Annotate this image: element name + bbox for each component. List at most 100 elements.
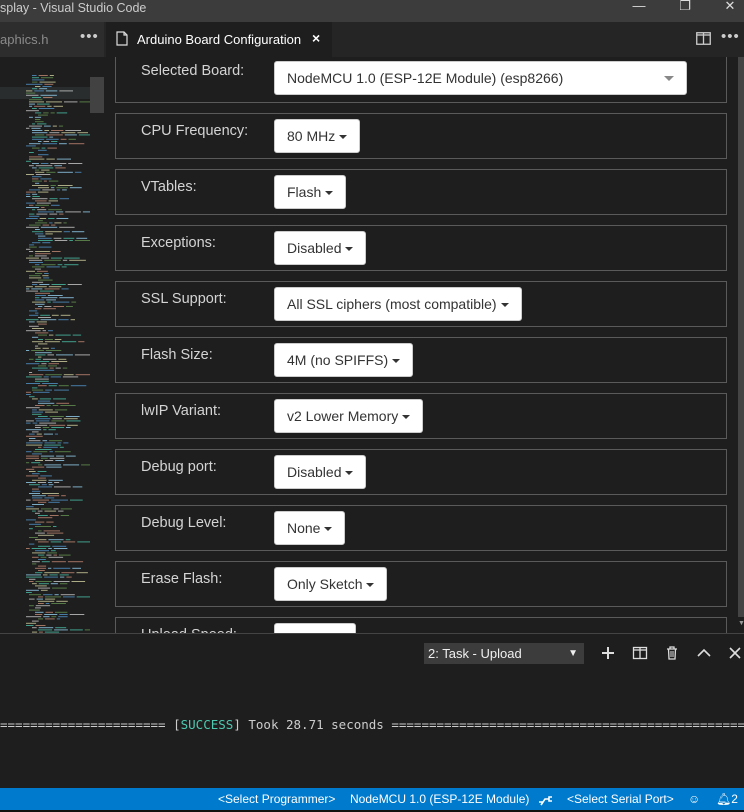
split-terminal-icon[interactable] <box>632 645 648 661</box>
minimap-code-line <box>35 204 49 206</box>
minimap-code-line <box>69 259 86 261</box>
config-row-dropdown[interactable]: NodeMCU 1.0 (ESP-12E Module) (esp8266) <box>274 61 687 95</box>
close-window-button[interactable]: ✕ <box>716 0 744 14</box>
minimap-code-line <box>29 537 38 538</box>
task-select[interactable]: 2: Task - Upload ▼ <box>424 643 584 664</box>
select-programmer[interactable]: <Select Programmer> <box>218 788 335 810</box>
minimap-code-line <box>76 237 88 239</box>
editor-scrollbar[interactable]: ▼ <box>738 57 744 633</box>
config-row: Debug port: Disabled <box>115 449 727 495</box>
caret-down-icon <box>366 583 375 587</box>
tab-graphics-h-label: aphics.h <box>0 32 49 47</box>
minimap-code-line <box>38 416 48 417</box>
minimap-code-line <box>26 625 34 626</box>
caret-down-icon <box>345 247 354 251</box>
minimap-code-line <box>34 116 42 118</box>
config-row-dropdown[interactable]: 4M (no SPIFFS) <box>274 343 414 377</box>
status-bar: <Select Programmer> NodeMCU 1.0 (ESP-12E… <box>0 788 744 810</box>
minimap-code-line <box>64 257 80 259</box>
minimap-code-line <box>32 422 38 424</box>
tab-graphics-h[interactable]: aphics.h ••• <box>0 22 104 57</box>
minimap-code-line <box>32 504 44 505</box>
config-row-dropdown[interactable] <box>274 623 356 633</box>
minimap-code-line <box>35 625 46 626</box>
config-row-dropdown[interactable]: v2 Lower Memory <box>274 399 424 433</box>
config-row-label: lwIP Variant: <box>141 403 222 419</box>
minimap-code-line <box>51 257 63 259</box>
minimap-code-line <box>35 420 50 422</box>
minimap-code-line <box>65 211 81 213</box>
minimap-code-line <box>43 574 48 576</box>
minimap-code-line <box>32 136 48 138</box>
minimap-code-line <box>26 202 35 204</box>
config-row-dropdown[interactable]: None <box>274 511 346 545</box>
minimap-code-line <box>56 189 61 191</box>
scrollbar-thumb[interactable] <box>738 57 744 617</box>
trash-icon[interactable] <box>664 645 680 661</box>
minimap-code-line <box>35 233 44 235</box>
minimap-code-line <box>50 112 55 114</box>
config-row-dropdown[interactable]: All SSL ciphers (most compatible) <box>274 287 522 321</box>
chevron-up-icon[interactable] <box>696 645 712 661</box>
minimap-code-line <box>38 534 55 536</box>
config-row-dropdown[interactable]: Disabled <box>274 231 367 265</box>
selected-board[interactable]: NodeMCU 1.0 (ESP-12E Module) <box>350 788 529 810</box>
minimap-code-line <box>37 103 50 105</box>
scroll-down-arrow-icon[interactable]: ▼ <box>738 620 744 627</box>
minimap-code-line <box>38 477 46 479</box>
minimap-code-line <box>63 596 75 598</box>
serial-plug-icon[interactable] <box>538 792 554 812</box>
restore-button[interactable]: ❐ <box>671 0 699 14</box>
minimap-code-line <box>54 629 68 631</box>
minimap[interactable] <box>0 57 106 633</box>
minimap-code-line <box>38 356 42 358</box>
feedback-smiley-icon[interactable]: ☺ <box>688 788 700 810</box>
tab-more-icon[interactable]: ••• <box>80 28 99 45</box>
minimap-code-line <box>52 545 67 547</box>
minimap-code-line <box>32 163 39 164</box>
minimap-slider[interactable] <box>90 77 104 113</box>
minimap-code-line <box>38 596 44 598</box>
minimap-code-line <box>35 380 49 382</box>
close-tab-icon[interactable]: × <box>312 30 320 46</box>
minimap-code-line <box>38 365 47 367</box>
minimap-code-line <box>48 365 57 367</box>
minimap-code-line <box>35 567 46 569</box>
title-bar: splay - Visual Studio Code — ❐ ✕ <box>0 0 744 22</box>
minimap-code-line <box>44 576 58 578</box>
minimap-code-line <box>60 594 75 596</box>
select-serial-port[interactable]: <Select Serial Port> <box>567 788 674 810</box>
minimap-code-line <box>71 301 77 303</box>
minimap-code-line <box>74 240 90 241</box>
minimap-code-line <box>26 420 34 422</box>
minimap-code-line <box>46 299 56 301</box>
minimap-code-line <box>32 77 39 79</box>
more-actions-icon[interactable]: ••• <box>721 28 740 45</box>
minimap-code-line <box>29 251 34 252</box>
config-row-dropdown[interactable]: 80 MHz <box>274 119 361 153</box>
tab-arduino-board-configuration[interactable]: Arduino Board Configuration × <box>106 22 332 57</box>
window-title: splay - Visual Studio Code <box>0 1 147 15</box>
minimap-code-line <box>43 141 50 142</box>
minimap-code-line <box>26 468 35 470</box>
notifications-bell-icon[interactable]: 🔔︎2 <box>716 788 738 810</box>
minimap-code-line <box>67 424 78 426</box>
minimap-code-line <box>76 596 90 598</box>
minimap-code-line <box>82 211 90 213</box>
config-row-dropdown[interactable]: Flash <box>274 175 347 209</box>
minimap-code-line <box>49 75 54 76</box>
close-panel-icon[interactable] <box>727 645 743 661</box>
minimize-button[interactable]: — <box>625 0 653 14</box>
minimap-code-line <box>46 532 64 534</box>
minimap-code-line <box>49 198 58 200</box>
minimap-code-line <box>43 112 49 114</box>
minimap-code-line <box>57 442 62 444</box>
config-row-dropdown[interactable]: Disabled <box>274 455 367 489</box>
new-terminal-plus-icon[interactable] <box>600 645 616 661</box>
minimap-code-line <box>56 211 64 213</box>
minimap-code-line <box>31 350 44 351</box>
minimap-code-line <box>53 105 63 107</box>
config-row-dropdown[interactable]: Only Sketch <box>274 567 388 601</box>
split-editor-icon[interactable] <box>696 32 711 45</box>
dropdown-value: Flash <box>287 184 322 200</box>
